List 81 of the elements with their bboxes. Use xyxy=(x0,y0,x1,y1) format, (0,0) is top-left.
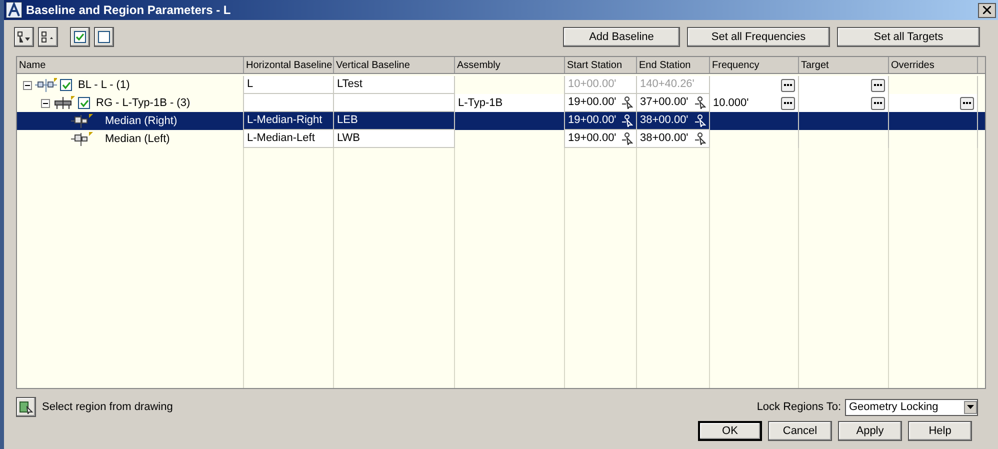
station-cell[interactable]: 19+00.00' xyxy=(565,130,637,148)
target-cell[interactable] xyxy=(799,76,889,94)
close-icon xyxy=(983,6,991,14)
frequency-cell[interactable]: 10.000' xyxy=(710,94,799,112)
overrides-browse-button[interactable] xyxy=(960,96,974,110)
pick-station-icon[interactable] xyxy=(621,96,633,109)
close-button[interactable] xyxy=(978,2,996,18)
offset-icon xyxy=(71,132,93,146)
table-row[interactable]: Median (Right) L-Median-Right LEB 19+00.00' 38+00.00' xyxy=(17,112,985,130)
target-cell[interactable] xyxy=(799,94,889,112)
column-header[interactable]: Name xyxy=(17,57,244,73)
lock-regions-label: Lock Regions To: xyxy=(756,400,841,415)
uncheck-all-button[interactable] xyxy=(94,27,114,47)
name-text: Median (Left) xyxy=(104,132,171,147)
checkbox-empty-icon xyxy=(98,31,110,43)
expand-all-button[interactable] xyxy=(14,27,34,47)
select-region-button[interactable] xyxy=(16,397,36,417)
target-browse-button[interactable] xyxy=(871,78,885,92)
checkbox[interactable] xyxy=(78,97,90,109)
table-row[interactable]: RG - L-Typ-1B - (3) L-Typ-1B 19+00.00' 37+00.00' 10.000' xyxy=(17,94,985,112)
dropdown-arrow-icon xyxy=(967,405,974,409)
table-cell[interactable]: LWB xyxy=(334,130,455,148)
table-cell[interactable]: L xyxy=(244,76,334,94)
name-text: RG - L-Typ-1B - (3) xyxy=(95,96,192,111)
column-header[interactable]: Assembly xyxy=(455,57,565,73)
pick-station-icon[interactable] xyxy=(621,132,633,145)
table-cell[interactable] xyxy=(334,94,455,112)
overrides-cell[interactable] xyxy=(889,94,978,112)
column-header[interactable]: Vertical Baseline xyxy=(334,57,455,73)
target-browse-button[interactable] xyxy=(871,96,885,110)
toolbar-button[interactable]: Add Baseline xyxy=(563,27,680,47)
station-cell[interactable]: 19+00.00' xyxy=(565,94,637,112)
table-cell[interactable]: LEB xyxy=(334,112,455,130)
check-all-button[interactable] xyxy=(70,27,90,47)
checkbox[interactable] xyxy=(60,79,72,91)
column-header[interactable]: End Station xyxy=(637,57,710,73)
baseline-icon xyxy=(35,78,57,92)
dialog-button[interactable]: Help xyxy=(908,421,972,441)
collapse-icon[interactable] xyxy=(41,98,50,108)
select-region-label: Select region from drawing xyxy=(42,400,173,415)
checkbox-checked-icon xyxy=(74,31,86,43)
table-row[interactable]: BL - L - (1) L LTest 10+00.00' 140+40.26' xyxy=(17,76,985,94)
toolbar-button[interactable]: Set all Targets xyxy=(837,27,980,47)
column-header[interactable]: Overrides xyxy=(889,57,978,73)
name-text: BL - L - (1) xyxy=(77,78,131,93)
collapse-icon[interactable] xyxy=(23,80,32,90)
table-row[interactable]: Median (Left) L-Median-Left LWB 19+00.00' 38+00.00' xyxy=(17,130,985,148)
pick-region-icon xyxy=(19,400,33,414)
dialog-button[interactable]: OK xyxy=(698,421,762,441)
pick-station-icon[interactable] xyxy=(694,132,706,145)
app-icon xyxy=(6,2,22,18)
station-cell[interactable]: 37+00.00' xyxy=(637,94,710,112)
frequency-browse-button[interactable] xyxy=(781,96,795,110)
column-header[interactable]: Horizontal Baseline xyxy=(244,57,334,73)
table-cell[interactable]: L-Median-Right xyxy=(244,112,334,130)
station-cell[interactable]: 19+00.00' xyxy=(565,112,637,130)
pick-station-icon[interactable] xyxy=(621,114,633,127)
tree-collapse-icon xyxy=(41,31,55,43)
column-header[interactable]: Target xyxy=(799,57,889,73)
pick-station-icon[interactable] xyxy=(694,114,706,127)
offset-icon xyxy=(71,114,93,128)
table-cell[interactable]: L-Typ-1B xyxy=(455,94,565,112)
frequency-browse-button[interactable] xyxy=(781,78,795,92)
station-cell[interactable]: 38+00.00' xyxy=(637,112,710,130)
window-title: Baseline and Region Parameters - L xyxy=(26,2,231,19)
frequency-cell[interactable] xyxy=(710,76,799,94)
table-cell[interactable] xyxy=(244,94,334,112)
pick-station-icon[interactable] xyxy=(694,96,706,109)
name-text: Median (Right) xyxy=(104,114,178,129)
column-header[interactable]: Frequency xyxy=(710,57,799,73)
region-icon xyxy=(53,96,75,110)
column-header[interactable]: Start Station xyxy=(565,57,637,73)
station-cell[interactable]: 38+00.00' xyxy=(637,130,710,148)
tree-expand-icon xyxy=(17,31,31,43)
dialog-button[interactable]: Cancel xyxy=(768,421,832,441)
toolbar-button[interactable]: Set all Frequencies xyxy=(687,27,830,47)
collapse-all-button[interactable] xyxy=(38,27,58,47)
dialog-button[interactable]: Apply xyxy=(838,421,902,441)
lock-regions-dropdown[interactable]: Geometry Locking xyxy=(845,398,978,416)
table-cell[interactable]: LTest xyxy=(334,76,455,94)
table-cell[interactable]: L-Median-Left xyxy=(244,130,334,148)
